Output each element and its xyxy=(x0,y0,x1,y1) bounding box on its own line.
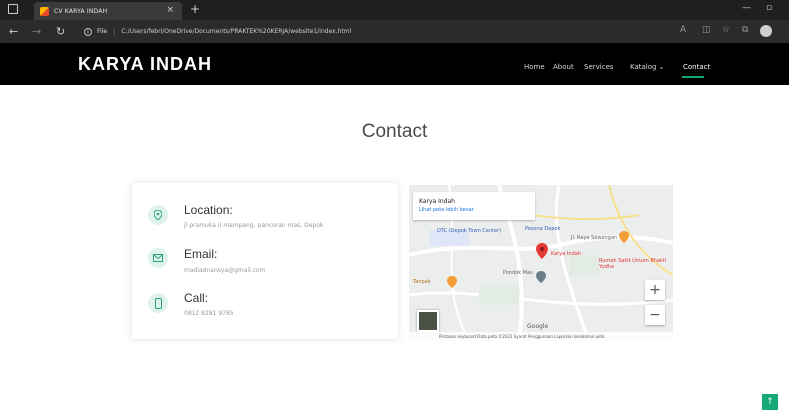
restore-icon[interactable]: ▫ xyxy=(766,3,772,13)
map-pin-icon[interactable] xyxy=(536,243,548,259)
browser-tab[interactable]: CV KARYA INDAH × xyxy=(34,2,182,20)
collections-icon[interactable]: ⧉ xyxy=(742,25,748,35)
email-label: Email: xyxy=(184,247,218,261)
url-scheme: File xyxy=(97,28,108,35)
map-place-card: Karya Indah Lihat peta lebih besar xyxy=(413,192,535,220)
url-field[interactable]: i File | C:/Users/febri/OneDrive/Documen… xyxy=(80,24,680,39)
map-label-dtc: DTC (Depok Town Center) xyxy=(437,228,502,234)
map-label-karya: Karya Indah xyxy=(551,251,581,257)
location-pin-icon xyxy=(148,205,168,225)
info-icon[interactable]: i xyxy=(84,27,92,36)
map-place-name: Karya Indah xyxy=(419,198,455,205)
contact-info-card: Location: jl pramuka II mampang, pancora… xyxy=(132,183,398,339)
active-nav-underline xyxy=(682,76,704,78)
map-label-pesona: Pesona Depok xyxy=(525,226,561,232)
map-attribution: Pintasan keyboard Data peta ©2022 Syarat… xyxy=(409,332,673,341)
profile-avatar[interactable] xyxy=(760,25,772,37)
page-title: Contact xyxy=(361,121,428,142)
map-zoom-out-button[interactable]: − xyxy=(645,305,665,325)
tab-close-icon[interactable]: × xyxy=(166,5,174,15)
nav-contact[interactable]: Contact xyxy=(683,63,710,71)
nav-about[interactable]: About xyxy=(553,63,574,71)
address-bar-row: ← → ↻ i File | C:/Users/febri/OneDrive/D… xyxy=(0,20,789,43)
map-satellite-toggle[interactable] xyxy=(417,310,439,332)
tab-title: CV KARYA INDAH xyxy=(54,7,108,15)
site-favicon-icon xyxy=(40,6,49,16)
call-label: Call: xyxy=(184,291,209,305)
forward-icon[interactable]: → xyxy=(32,25,41,38)
map-label-hospital: Rumah Sakit Umum Bhakti Yudha xyxy=(599,258,667,270)
browser-tab-bar: CV KARYA INDAH × + — ▫ xyxy=(0,0,789,20)
embedded-map[interactable]: Karya Indah Lihat peta lebih besar DTC (… xyxy=(409,185,673,341)
back-icon[interactable]: ← xyxy=(9,25,18,38)
map-larger-link[interactable]: Lihat peta lebih besar xyxy=(419,207,474,213)
map-label-tanpak: Tanpak xyxy=(413,279,431,285)
url-path: C:/Users/febri/OneDrive/Documents/PRAKTE… xyxy=(121,28,352,35)
map-zoom-in-button[interactable]: + xyxy=(645,280,665,300)
favorites-icon[interactable]: ☆ xyxy=(722,25,730,35)
call-value: 0812 8281 9785 xyxy=(184,310,234,317)
tab-icon[interactable]: ◫ xyxy=(702,25,711,35)
brand-logo[interactable]: KARYA INDAH xyxy=(78,54,212,75)
read-aloud-icon[interactable]: A xyxy=(680,25,686,35)
phone-icon xyxy=(148,293,168,313)
map-label-pondok: Pondok Mas xyxy=(503,270,533,276)
site-header: KARYA INDAH Home About Services Katalog … xyxy=(0,43,789,85)
map-poi-icon xyxy=(447,276,457,288)
url-divider: | xyxy=(113,27,116,36)
reload-icon[interactable]: ↻ xyxy=(56,25,65,38)
location-label: Location: xyxy=(184,203,233,217)
email-envelope-icon xyxy=(148,248,168,268)
location-value: jl pramuka II mampang, pancoran mas, Dep… xyxy=(184,222,324,229)
map-label-road: Jl. Raya Sawangan xyxy=(571,235,618,241)
map-poi-icon xyxy=(536,271,546,283)
google-logo: Google xyxy=(527,323,549,330)
nav-home[interactable]: Home xyxy=(524,63,545,71)
nav-katalog[interactable]: Katalog ⌄ xyxy=(630,63,665,71)
new-tab-button[interactable]: + xyxy=(190,2,200,16)
window-menu-icon[interactable] xyxy=(8,4,18,14)
nav-services[interactable]: Services xyxy=(584,63,614,71)
minimize-icon[interactable]: — xyxy=(742,3,751,13)
email-value: madiadnansya@gmail.com xyxy=(184,267,266,274)
map-poi-icon xyxy=(619,231,629,243)
back-to-top-button[interactable]: ↑ xyxy=(762,394,778,410)
